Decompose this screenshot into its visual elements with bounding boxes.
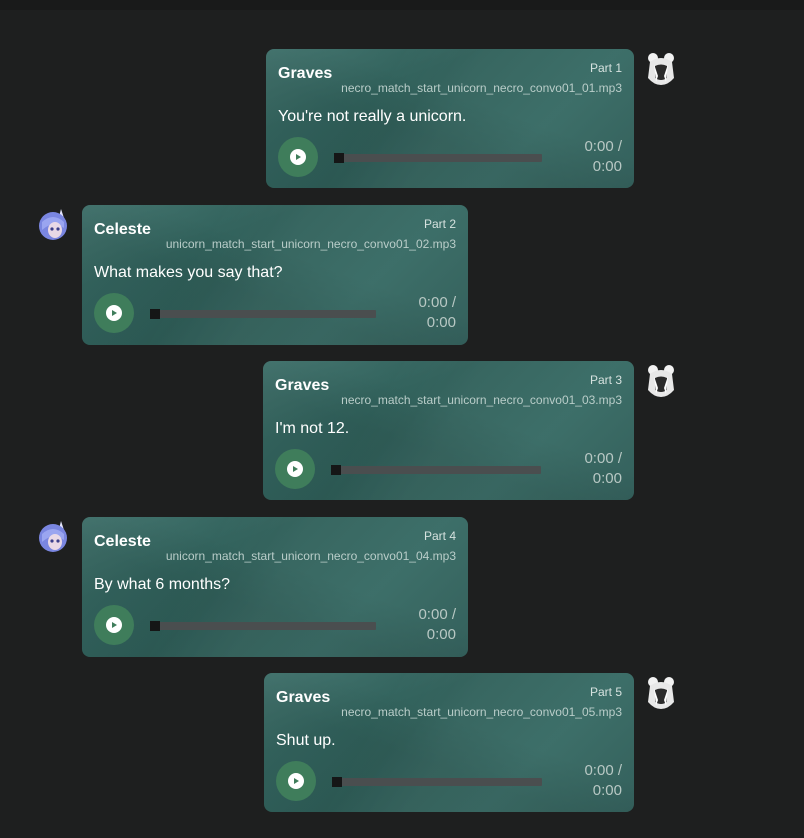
celeste-avatar-icon [39, 521, 67, 552]
time-total: 0:00 [426, 626, 456, 643]
time-current: 0:00 / [418, 606, 456, 623]
audio-time: 0:00 / 0:00 [562, 761, 622, 801]
play-button[interactable] [94, 293, 134, 333]
time-current: 0:00 / [584, 138, 622, 155]
graves-avatar-icon [648, 677, 674, 709]
part-label: Part 3 [589, 373, 622, 387]
play-button[interactable] [278, 137, 318, 177]
time-total: 0:00 [592, 158, 622, 175]
play-icon [288, 773, 304, 789]
play-button[interactable] [94, 605, 134, 645]
audio-filename: necro_match_start_unicorn_necro_convo01_… [341, 393, 622, 407]
graves-avatar-icon [648, 365, 674, 397]
audio-progress-bar[interactable] [334, 153, 542, 163]
part-label: Part 1 [589, 61, 622, 75]
audio-filename: unicorn_match_start_unicorn_necro_convo0… [165, 237, 456, 251]
time-current: 0:00 / [418, 294, 456, 311]
message-bubble-1: Graves Part 1 necro_match_start_unicorn_… [266, 49, 634, 188]
message-text: What makes you say that? [94, 264, 283, 281]
part-label: Part 4 [423, 529, 456, 543]
play-button[interactable] [275, 449, 315, 489]
audio-filename: necro_match_start_unicorn_necro_convo01_… [341, 81, 622, 95]
audio-progress-bar[interactable] [332, 777, 542, 787]
audio-filename: unicorn_match_start_unicorn_necro_convo0… [165, 549, 456, 563]
graves-avatar-icon [648, 53, 674, 85]
message-text: By what 6 months? [94, 576, 231, 593]
play-icon [290, 149, 306, 165]
message-bubble-2: Celeste Part 2 unicorn_match_start_unico… [82, 205, 468, 345]
message-text: I'm not 12. [275, 420, 350, 437]
speaker-name: Graves [275, 377, 330, 394]
message-bubble-4: Celeste Part 4 unicorn_match_start_unico… [82, 517, 468, 657]
message-bubble-3: Graves Part 3 necro_match_start_unicorn_… [263, 361, 634, 500]
audio-progress-bar[interactable] [150, 621, 376, 631]
celeste-avatar-icon [39, 209, 67, 240]
progress-handle[interactable] [332, 777, 342, 787]
time-total: 0:00 [426, 314, 456, 331]
progress-handle[interactable] [334, 153, 344, 163]
audio-filename: necro_match_start_unicorn_necro_convo01_… [341, 705, 622, 719]
message-bubble-5: Graves Part 5 necro_match_start_unicorn_… [264, 673, 634, 812]
part-label: Part 2 [423, 217, 456, 231]
speaker-name: Graves [276, 689, 331, 706]
message-text: Shut up. [276, 732, 336, 749]
speaker-name: Celeste [94, 221, 151, 238]
audio-time: 0:00 / 0:00 [396, 293, 456, 333]
progress-handle[interactable] [150, 309, 160, 319]
audio-time: 0:00 / 0:00 [396, 605, 456, 645]
play-icon [106, 617, 122, 633]
time-current: 0:00 / [584, 450, 622, 467]
progress-handle[interactable] [150, 621, 160, 631]
audio-progress-bar[interactable] [331, 465, 541, 475]
time-current: 0:00 / [584, 762, 622, 779]
audio-progress-bar[interactable] [150, 309, 376, 319]
speaker-name: Graves [278, 65, 333, 82]
message-text: You're not really a unicorn. [278, 108, 467, 125]
audio-time: 0:00 / 0:00 [562, 137, 622, 177]
speaker-name: Celeste [94, 533, 151, 550]
play-button[interactable] [276, 761, 316, 801]
top-bar [0, 0, 804, 10]
progress-handle[interactable] [331, 465, 341, 475]
part-label: Part 5 [589, 685, 622, 699]
time-total: 0:00 [592, 470, 622, 487]
audio-time: 0:00 / 0:00 [562, 449, 622, 489]
time-total: 0:00 [592, 782, 622, 799]
play-icon [106, 305, 122, 321]
play-icon [287, 461, 303, 477]
